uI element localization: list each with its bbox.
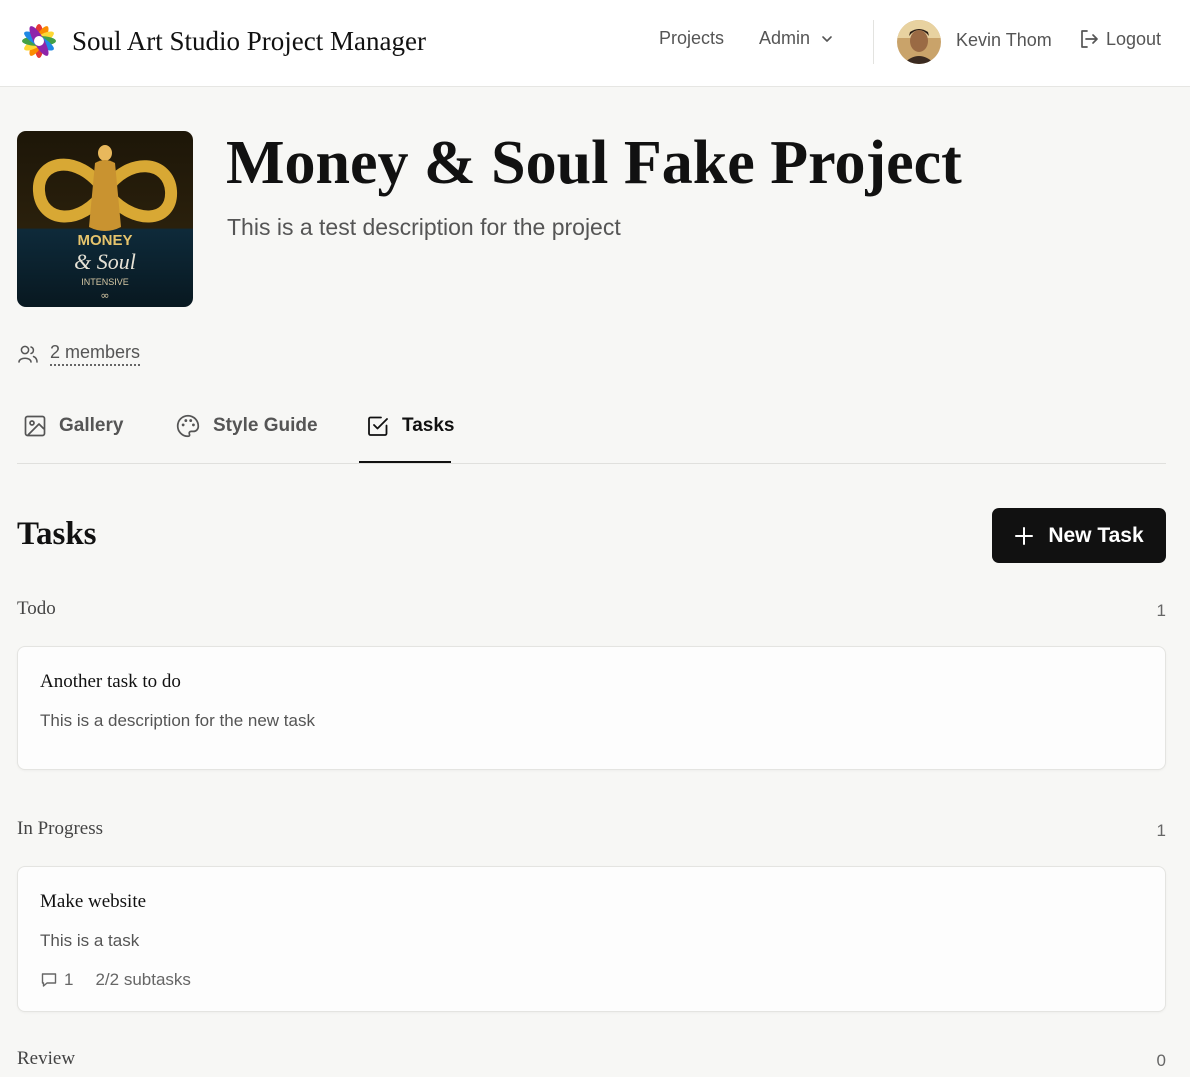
comment-icon (41, 973, 57, 987)
tab-gallery-label: Gallery (59, 415, 124, 436)
project-tabs: Gallery Style Guide Tasks (17, 400, 1166, 464)
users-icon (18, 345, 38, 363)
task-card[interactable]: Make website This is a task 1 2/2 subtas… (17, 866, 1166, 1012)
chevron-down-icon (822, 35, 832, 42)
project-title: Money & Soul Fake Project (226, 129, 962, 197)
user-avatar[interactable] (897, 20, 941, 64)
group-label-review: Review (17, 1048, 76, 1069)
cover-infinity-mark: ∞ (100, 289, 109, 302)
flower-logo-icon (22, 24, 56, 58)
project-cover-image: MONEY & Soul INTENSIVE ∞ (17, 131, 193, 307)
user-name[interactable]: Kevin Thom (956, 30, 1052, 51)
task-title: Another task to do (40, 671, 181, 692)
image-icon (24, 415, 46, 437)
tab-style-guide-label: Style Guide (213, 415, 318, 436)
group-label-in-progress: In Progress (17, 818, 104, 839)
cover-text-line1: MONEY (77, 232, 132, 249)
brand[interactable]: Soul Art Studio Project Manager (18, 20, 426, 62)
cover-text-line3: INTENSIVE (81, 277, 129, 287)
members-row: 2 members (17, 342, 141, 366)
avatar-image (897, 20, 941, 64)
logout-label: Logout (1106, 28, 1162, 49)
task-meta: 1 2/2 subtasks (40, 970, 191, 990)
app-title: Soul Art Studio Project Manager (72, 25, 426, 56)
nav-admin-dropdown[interactable]: Admin (759, 28, 834, 49)
comment-count: 1 (64, 970, 74, 989)
members-link[interactable]: 2 members (50, 342, 141, 366)
logout-button[interactable]: Logout (1078, 28, 1161, 50)
task-description: This is a task (40, 931, 140, 950)
task-title: Make website (40, 891, 147, 912)
tab-tasks-label: Tasks (402, 415, 455, 436)
active-tab-indicator (359, 461, 451, 463)
task-description: This is a description for the new task (40, 711, 315, 730)
group-count-in-progress: 1 (1156, 821, 1166, 840)
group-count-todo: 1 (1156, 601, 1166, 620)
top-navbar: Soul Art Studio Project Manager Projects… (0, 0, 1190, 87)
nav-admin-label: Admin (759, 28, 811, 48)
group-count-review: 0 (1156, 1051, 1166, 1070)
nav-projects-link[interactable]: Projects (659, 28, 724, 49)
tab-tasks[interactable]: Tasks (366, 412, 454, 440)
nav-divider (873, 20, 874, 64)
tasks-heading: Tasks (17, 516, 97, 552)
checkbox-icon (368, 416, 388, 436)
project-description: This is a test description for the proje… (227, 214, 621, 240)
new-task-button[interactable]: New Task (992, 508, 1166, 563)
tab-style-guide[interactable]: Style Guide (175, 412, 318, 440)
logout-icon (1081, 30, 1098, 48)
tab-gallery[interactable]: Gallery (23, 412, 123, 440)
group-label-todo: Todo (17, 598, 56, 619)
cover-text-line2: & Soul (74, 249, 136, 274)
plus-icon (1015, 526, 1034, 545)
task-card[interactable]: Another task to do This is a description… (17, 646, 1166, 770)
palette-icon (176, 414, 200, 438)
subtask-progress: 2/2 subtasks (95, 970, 191, 989)
new-task-label: New Task (1048, 523, 1144, 547)
